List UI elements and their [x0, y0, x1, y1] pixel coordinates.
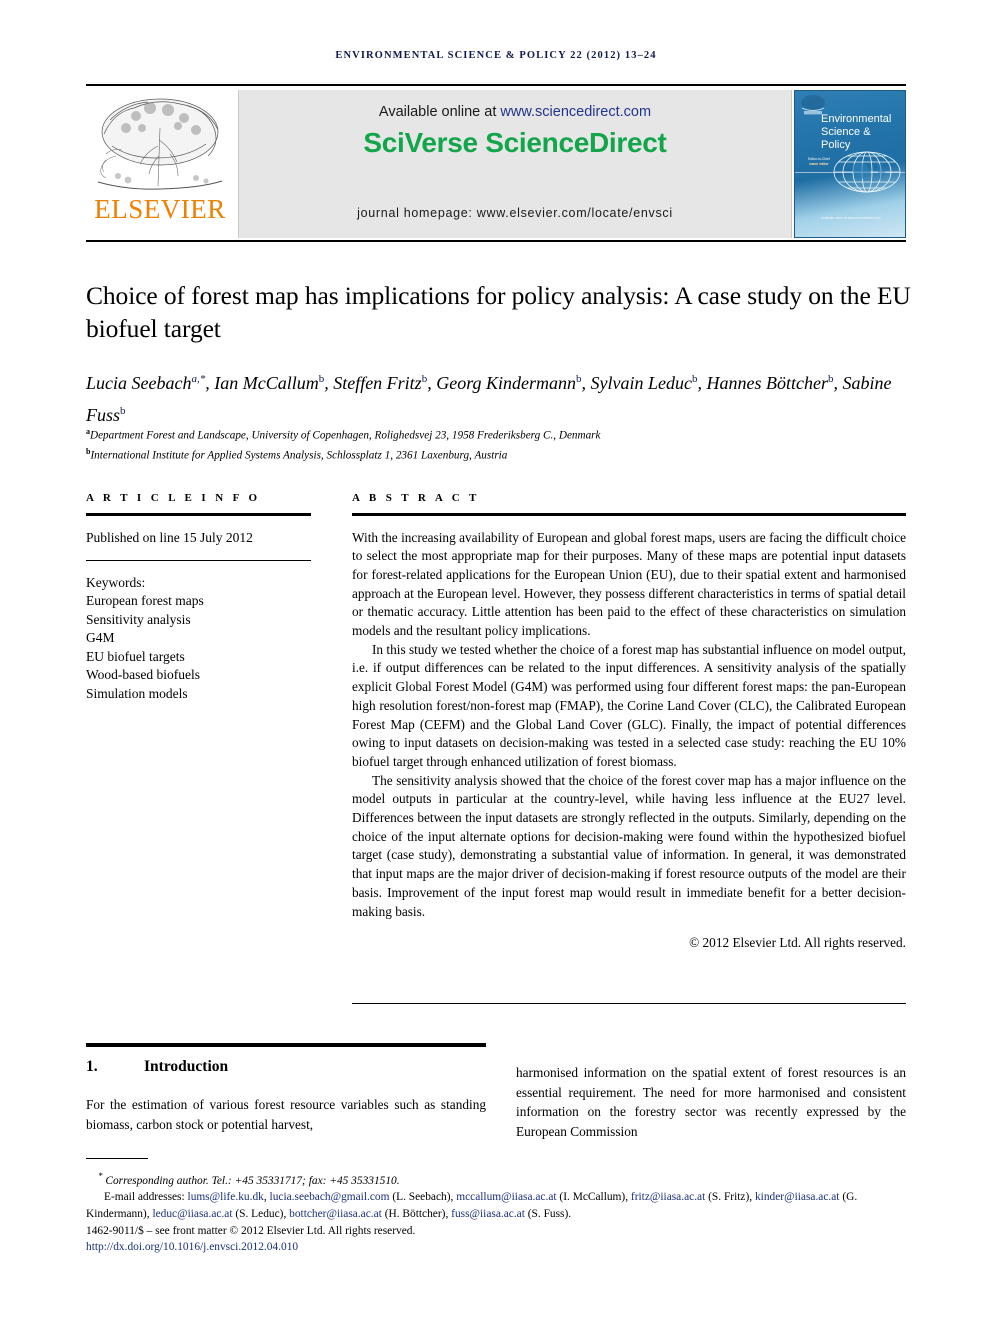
abstract-section: A B S T R A C T With the increasing avai… — [352, 492, 906, 951]
elsevier-wordmark: ELSEVIER — [94, 194, 226, 224]
email-owner: (S. Fritz) — [708, 1191, 750, 1204]
keywords-block: Keywords: European forest maps Sensitivi… — [86, 574, 311, 704]
keyword-item: Sensitivity analysis — [86, 611, 191, 627]
email-link[interactable]: lums@life.ku.dk — [188, 1191, 264, 1203]
keyword-item: Wood-based biofuels — [86, 667, 201, 683]
affiliation-text: International Institute for Applied Syst… — [90, 449, 508, 462]
author-mark: a,* — [191, 373, 206, 385]
journal-cover-thumbnail: Environmental Science & Policy Editor-in… — [794, 90, 906, 238]
author-mark: b — [576, 373, 582, 385]
email-label: E-mail addresses: — [104, 1191, 185, 1204]
abstract-paragraph: With the increasing availability of Euro… — [352, 529, 906, 639]
section-number: 1. — [86, 1058, 98, 1075]
header-rule — [86, 84, 906, 86]
email-link[interactable]: lucia.seebach@gmail.com — [270, 1191, 390, 1203]
elsevier-logo: ELSEVIER — [86, 88, 234, 240]
front-matter-note: 1462-9011/$ – see front matter © 2012 El… — [86, 1224, 416, 1237]
author-name: Georg Kindermann — [436, 373, 577, 393]
introduction-rule — [86, 1043, 486, 1047]
author-name: Sylvain Leduc — [590, 373, 693, 393]
affiliation-text: Department Forest and Landscape, Univers… — [90, 429, 601, 442]
email-link[interactable]: fritz@iiasa.ac.at — [631, 1191, 705, 1203]
author-mark: b — [318, 373, 325, 385]
keyword-item: Simulation models — [86, 685, 188, 701]
abstract-bottom-rule — [352, 1003, 906, 1005]
sciencedirect-banner: Available online at www.sciencedirect.co… — [238, 90, 792, 238]
affiliation-item: aDepartment Forest and Landscape, Univer… — [86, 424, 924, 444]
article-info-rule — [86, 513, 311, 516]
affiliation-item: bInternational Institute for Applied Sys… — [86, 444, 924, 464]
abstract-paragraph: The sensitivity analysis showed that the… — [352, 772, 906, 919]
cover-editor-name: name editor — [809, 161, 829, 166]
abstract-heading: A B S T R A C T — [352, 492, 480, 504]
author-name: Hannes Böttcher — [706, 373, 828, 393]
author-mark: b — [828, 373, 834, 385]
cover-title-line-1: Environmental — [821, 113, 892, 125]
cover-globe-icon — [833, 151, 901, 193]
page-title: Choice of forest map has implications fo… — [86, 281, 911, 344]
email-link[interactable]: mccallum@iiasa.ac.at — [456, 1191, 556, 1203]
keyword-item: G4M — [86, 630, 115, 646]
cover-title-line-2: Science & — [821, 126, 871, 138]
article-page: Environmental Science & Policy 22 (2012)… — [0, 0, 992, 1323]
available-online-prefix: Available online at — [378, 104, 501, 120]
abstract-rule — [352, 513, 906, 516]
author-name: Steffen Fritz — [333, 373, 422, 393]
keyword-item: EU biofuel targets — [86, 648, 185, 664]
section-title: Introduction — [144, 1058, 229, 1075]
author-list: Lucia Seebacha,*, Ian McCallumb, Steffen… — [86, 373, 892, 425]
masthead: ELSEVIER Available online at www.science… — [86, 88, 906, 240]
email-owner: (I. McCallum) — [559, 1191, 626, 1204]
asterisk-marker: * — [98, 1171, 103, 1181]
email-link[interactable]: bottcher@iiasa.ac.at — [289, 1208, 382, 1220]
doi-link[interactable]: http://dx.doi.org/10.1016/j.envsci.2012.… — [86, 1239, 906, 1256]
copyright-line: © 2012 Elsevier Ltd. All rights reserved… — [689, 935, 906, 951]
email-addresses-note: E-mail addresses: lums@life.ku.dk, lucia… — [86, 1191, 858, 1220]
article-history: Published on line 15 July 2012 — [86, 529, 253, 545]
corresponding-author-note: * Corresponding author. Tel.: +45 353317… — [86, 1168, 906, 1189]
email-owner: (S. Fuss) — [527, 1207, 569, 1220]
email-owner: (H. Böttcher) — [384, 1207, 446, 1220]
corresponding-author-text: Corresponding author. Tel.: +45 35331717… — [105, 1174, 400, 1187]
affiliations: aDepartment Forest and Landscape, Univer… — [86, 424, 924, 463]
introduction-column-right: harmonised information on the spatial ex… — [516, 1065, 906, 1139]
article-info-heading: A R T I C L E I N F O — [86, 492, 261, 504]
cover-journal-title: Environmental Science & Policy — [821, 113, 903, 152]
author-mark: b — [692, 373, 698, 385]
introduction-column-left: For the estimation of various forest res… — [86, 1097, 486, 1132]
masthead-bottom-rule — [86, 240, 906, 242]
keywords-label: Keywords: — [86, 574, 146, 590]
elsevier-tree-icon — [97, 98, 223, 190]
keywords-divider — [86, 559, 311, 561]
author-name: Ian McCallum — [214, 373, 319, 393]
abstract-paragraph: In this study we tested whether the choi… — [352, 641, 906, 769]
sciverse-sciencedirect-logo: SciVerse ScienceDirect — [363, 127, 667, 158]
available-online-text: Available online at www.sciencedirect.co… — [239, 104, 791, 120]
email-link[interactable]: leduc@iiasa.ac.at — [152, 1208, 232, 1220]
journal-homepage-url[interactable]: journal homepage: www.elsevier.com/locat… — [239, 206, 791, 220]
cover-editor-label: Editor-in-Chief — [808, 157, 830, 161]
running-head: Environmental Science & Policy 22 (2012)… — [335, 50, 657, 61]
abstract-body: With the increasing availability of Euro… — [352, 529, 906, 922]
author-mark: b — [120, 405, 126, 417]
footnotes-block: * Corresponding author. Tel.: +45 353317… — [86, 1168, 906, 1256]
email-link[interactable]: kinder@iiasa.ac.at — [755, 1191, 840, 1203]
cover-footer-text: Available online at www.sciencedirect.co… — [821, 216, 881, 220]
keyword-item: European forest maps — [86, 593, 204, 609]
email-link[interactable]: fuss@iiasa.ac.at — [451, 1208, 525, 1220]
article-info-section: A R T I C L E I N F O Published on line … — [86, 492, 311, 703]
cover-editor-credit: Editor-in-Chief name editor — [805, 157, 833, 166]
footnote-rule — [86, 1158, 148, 1160]
introduction-heading: 1. Introduction — [86, 1058, 486, 1076]
email-owner: (S. Leduc) — [235, 1207, 284, 1220]
author-mark: b — [421, 373, 428, 385]
author-name: Lucia Seebach — [86, 373, 192, 393]
email-owner: (L. Seebach) — [392, 1191, 451, 1204]
sciencedirect-url[interactable]: www.sciencedirect.com — [500, 104, 651, 120]
